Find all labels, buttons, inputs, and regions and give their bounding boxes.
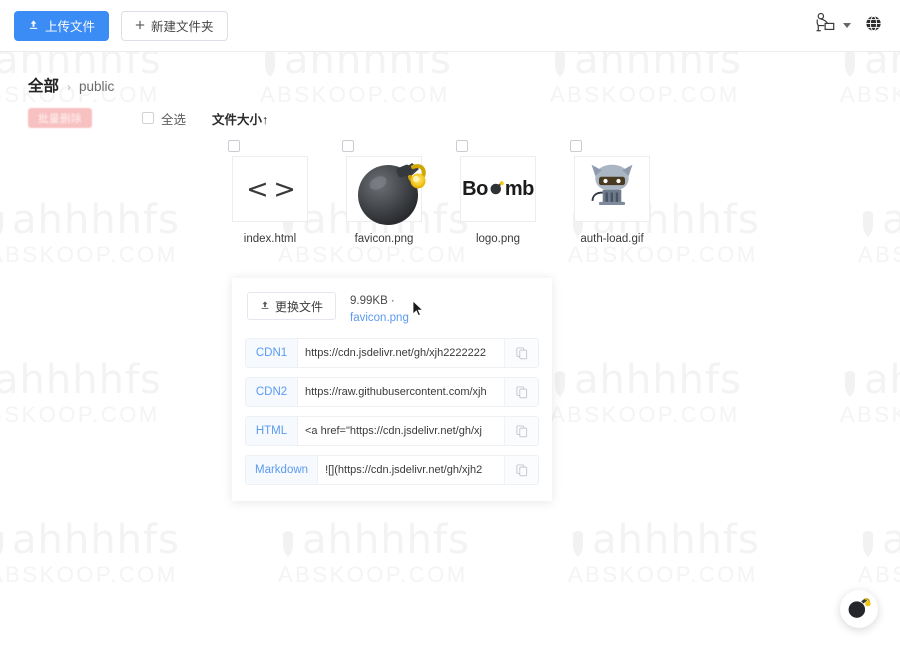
file-thumbnail: < > [232, 156, 308, 222]
link-row: Markdown [245, 455, 539, 486]
file-checkbox[interactable] [456, 140, 468, 152]
file-tools-row: 批量删除 全选 文件大小↑ [0, 96, 900, 128]
copy-icon[interactable] [504, 456, 538, 485]
watermark-sub-text: ABSKOOP.COM [858, 242, 900, 267]
top-toolbar: 上传文件 新建文件夹 [0, 0, 900, 52]
watermark-sub-text: ABSKOOP.COM [840, 402, 900, 427]
top-toolbar-right [813, 11, 886, 40]
replace-file-label: 更换文件 [275, 299, 324, 314]
breadcrumb-current[interactable]: public [79, 79, 114, 94]
watermark-sub-text: ABSKOOP.COM [858, 562, 900, 587]
breadcrumb-root[interactable]: 全部 [28, 74, 59, 96]
watermark-sub-text: ABSKOOP.COM [568, 242, 758, 267]
plus-icon [135, 19, 145, 33]
watermark-sub-text: ABSKOOP.COM [568, 562, 758, 587]
bomb-fab-button[interactable] [840, 590, 878, 628]
watermark-main-text: ahhhhfs [0, 357, 162, 403]
copy-icon[interactable] [504, 417, 538, 446]
logo-bomb-glyph [489, 178, 504, 201]
link-url-input[interactable] [318, 456, 504, 485]
watermark-sub-text: ABSKOOP.COM [550, 402, 740, 427]
file-thumbnail [346, 156, 426, 225]
link-row: HTML [245, 416, 539, 447]
watermark-sub-text: ABSKOOP.COM [0, 562, 178, 587]
file-name-label: index.html [243, 233, 297, 245]
select-all-checkbox[interactable] [142, 112, 154, 124]
new-folder-label: 新建文件夹 [151, 20, 214, 34]
file-name-label: logo.png [475, 233, 521, 245]
watermark-sub-text: ABSKOOP.COM [0, 242, 178, 267]
globe-icon[interactable] [865, 15, 882, 37]
link-url-input[interactable] [298, 417, 504, 446]
link-url-input[interactable] [298, 339, 504, 368]
bomb-icon [846, 594, 872, 625]
watermark-tile: ahhhhfsABSKOOP.COM [840, 360, 900, 428]
file-checkbox[interactable] [570, 140, 582, 152]
file-size-label: 9.99KB · [350, 295, 395, 307]
watermark-main-text: ahhhhfs [858, 520, 900, 560]
file-card-logo-png[interactable]: Bo mb logo.png [456, 140, 536, 245]
watermark-tile: ahhhhfsABSKOOP.COM [278, 520, 568, 588]
file-card-index-html[interactable]: < > index.html [228, 140, 308, 245]
file-card-favicon-png[interactable]: favicon.png [342, 140, 426, 245]
file-grid: < > index.html favicon.png Bo mb logo.pn… [0, 128, 900, 245]
copy-icon[interactable] [504, 339, 538, 368]
logo-text-mb: mb [504, 177, 535, 200]
replace-file-button[interactable]: 更换文件 [247, 292, 337, 320]
upload-icon [28, 19, 39, 33]
user-menu[interactable] [813, 11, 851, 40]
upload-file-label: 上传文件 [45, 20, 96, 34]
link-type-label[interactable]: HTML [246, 417, 298, 446]
logo-text-bo: Bo [462, 177, 488, 200]
octocat-gif-icon [584, 161, 640, 218]
file-name-label: auth-load.gif [580, 233, 644, 245]
select-all-control[interactable]: 全选 [142, 109, 186, 128]
chevron-down-icon [843, 23, 851, 28]
file-manager-page: ahhhhfsABSKOOP.COMahhhhfsABSKOOP.COMahhh… [0, 0, 900, 660]
watermark-main-text: ahhhhfs [568, 520, 858, 560]
new-folder-button[interactable]: 新建文件夹 [121, 10, 228, 41]
breadcrumb-separator: › [67, 80, 72, 94]
file-thumbnail: Bo mb [460, 156, 536, 222]
watermark-tile: ahhhhfsABSKOOP.COM [568, 520, 858, 588]
upload-icon [260, 299, 270, 313]
file-thumbnail [574, 156, 650, 222]
link-row: CDN2 [245, 377, 539, 408]
upload-file-button[interactable]: 上传文件 [14, 10, 110, 41]
bulk-delete-button[interactable]: 批量删除 [28, 108, 92, 128]
watermark-main-text: ahhhhfs [550, 360, 840, 400]
watermark-sub-text: ABSKOOP.COM [278, 562, 468, 587]
watermark-sub-text: ABSKOOP.COM [0, 402, 160, 427]
watermark-tile: ahhhhfsABSKOOP.COM [0, 520, 278, 588]
link-url-input[interactable] [298, 378, 504, 407]
watermark-main-text: ahhhhfs [840, 360, 900, 400]
file-checkbox[interactable] [228, 140, 240, 152]
watermark-main-text: ahhhhfs [278, 520, 568, 560]
link-type-label[interactable]: CDN1 [246, 339, 298, 368]
code-file-icon: < > [246, 173, 296, 205]
file-card-auth-load-gif[interactable]: auth-load.gif [570, 140, 650, 245]
link-type-label[interactable]: CDN2 [246, 378, 298, 407]
user-desk-avatar-icon [813, 11, 839, 40]
file-detail-panel: 更换文件 9.99KB · favicon.png CDN1 CDN2 HTML Ma… [232, 278, 552, 502]
sort-by-size-button[interactable]: 文件大小↑ [212, 109, 268, 128]
watermark-tile: ahhhhfsABSKOOP.COM [0, 360, 260, 428]
select-all-label: 全选 [161, 112, 187, 127]
bomb-image-icon [349, 145, 437, 238]
watermark-tile: ahhhhfsABSKOOP.COM [858, 520, 900, 588]
watermark-sub-text: ABSKOOP.COM [278, 242, 468, 267]
link-rows: CDN1 CDN2 HTML Markdown [245, 338, 539, 486]
boomb-logo-icon: Bo mb [462, 178, 534, 201]
link-row: CDN1 [245, 338, 539, 369]
file-meta: 9.99KB · favicon.png [350, 292, 409, 326]
link-type-label[interactable]: Markdown [246, 456, 319, 485]
breadcrumb: 全部 › public [0, 52, 900, 96]
file-name-link[interactable]: favicon.png [350, 310, 409, 327]
watermark-tile: ahhhhfsABSKOOP.COM [550, 360, 840, 428]
watermark-main-text: ahhhhfs [0, 520, 278, 560]
panel-header: 更换文件 9.99KB · favicon.png [245, 292, 539, 338]
copy-icon[interactable] [504, 378, 538, 407]
